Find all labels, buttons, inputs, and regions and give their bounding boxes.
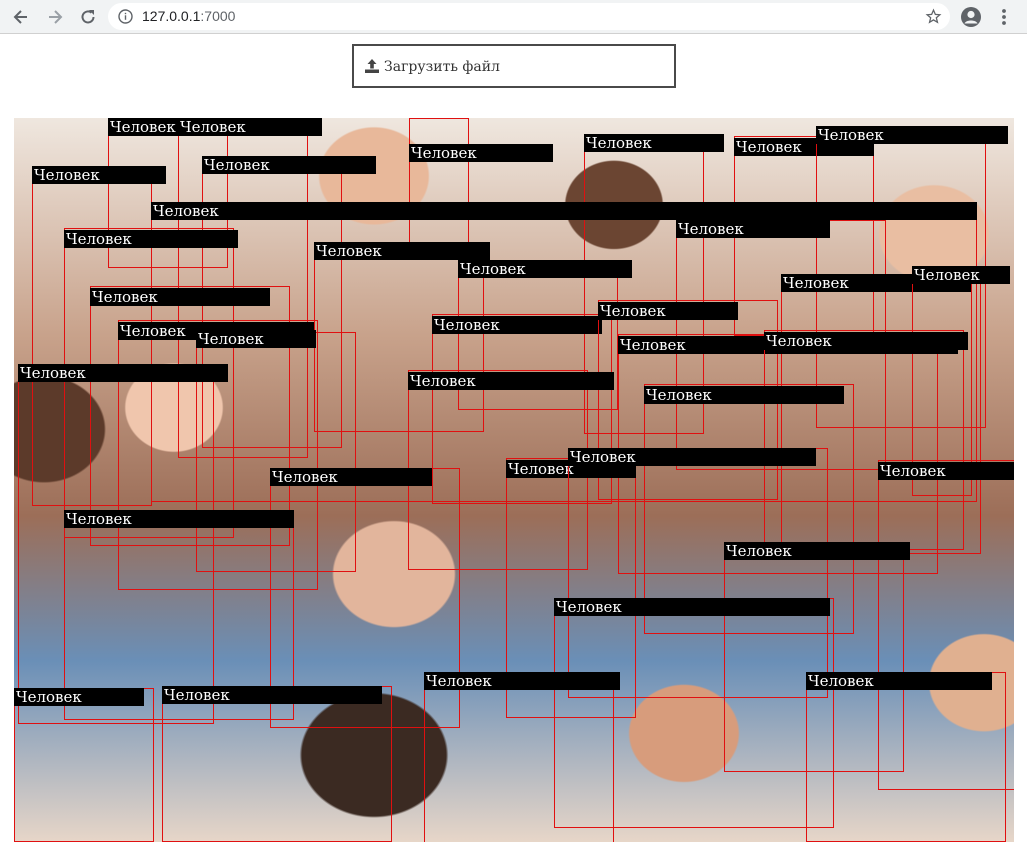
info-icon[interactable] — [118, 9, 133, 24]
upload-file-label: Загрузить файл — [384, 59, 500, 75]
forward-button[interactable] — [42, 4, 68, 30]
detection-label: Человек — [644, 386, 844, 404]
detection-label: Человек — [32, 166, 166, 184]
detection-label: Человек — [314, 242, 490, 260]
detection-label: Человек — [598, 302, 738, 320]
detection-label: Человек — [162, 686, 382, 704]
detection-label: Человек — [202, 156, 376, 174]
detection-label: Человек — [878, 462, 1014, 480]
account-avatar-icon — [961, 7, 981, 27]
detection-label: Человек — [816, 126, 1008, 144]
back-arrow-icon — [13, 10, 27, 24]
detection-label: Человек — [676, 220, 830, 238]
detection-label: Человек — [14, 688, 144, 706]
detection-label: Человек — [458, 260, 632, 278]
url-port: :7000 — [200, 8, 236, 24]
detection-label: Человек — [912, 266, 1010, 284]
detection-label: Человек — [270, 468, 432, 486]
reload-icon — [81, 10, 95, 24]
reload-button[interactable] — [75, 4, 101, 30]
url-host: 127.0.0.1 — [142, 8, 201, 24]
forward-arrow-icon — [49, 10, 63, 24]
detection-label: Человек — [18, 364, 228, 382]
browser-toolbar: 127.0.0.1:7000 — [0, 0, 1027, 34]
detection-result-image: Человек Человек Человек Человек Человек Челов… — [14, 118, 1014, 842]
detection-label: Человек — [584, 134, 724, 152]
detection-label: Человек — [806, 672, 992, 690]
browser-menu-button[interactable] — [991, 4, 1017, 30]
detection-label: Человек — [64, 230, 238, 248]
profile-button[interactable] — [958, 4, 984, 30]
detection-label: Человек — [408, 372, 614, 390]
detection-box — [806, 672, 1006, 842]
back-button[interactable] — [8, 4, 34, 30]
detection-label: Человек — [724, 542, 910, 560]
detection-box — [14, 688, 154, 842]
detection-label: Человек — [764, 332, 968, 350]
detection-box — [162, 686, 392, 842]
detection-label: Человек — [178, 118, 310, 136]
detection-label: Человек — [90, 288, 270, 306]
detection-label: Человек — [409, 144, 553, 162]
detection-label: Человек — [196, 330, 316, 348]
detection-label: Человек — [151, 202, 977, 220]
detection-label: Человек — [568, 448, 816, 466]
address-bar[interactable]: 127.0.0.1:7000 — [108, 3, 950, 30]
url-text: 127.0.0.1:7000 — [142, 8, 235, 24]
bookmark-star-icon[interactable] — [925, 8, 942, 25]
detection-box — [424, 672, 614, 842]
upload-file-button[interactable]: Загрузить файл — [352, 44, 676, 88]
detection-label: Человек — [424, 672, 620, 690]
upload-icon — [365, 59, 379, 73]
detection-label: Человек — [64, 510, 294, 528]
detection-label: Человек — [432, 316, 602, 334]
more-vertical-icon — [1002, 9, 1006, 25]
detection-label: Человек — [554, 598, 830, 616]
